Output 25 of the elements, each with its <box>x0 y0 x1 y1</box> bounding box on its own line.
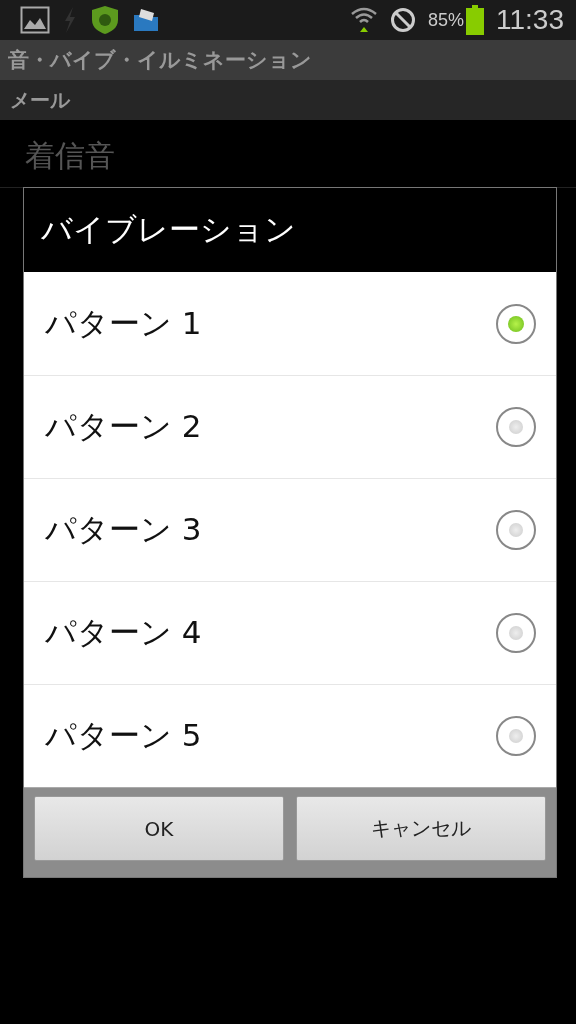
option-label[interactable]: パターン 5 <box>45 715 202 757</box>
battery-icon <box>466 5 484 35</box>
radio-button[interactable] <box>496 716 536 756</box>
radio-button[interactable] <box>496 510 536 550</box>
setting-title: 着信音 <box>25 137 116 175</box>
blocked-icon <box>389 7 416 33</box>
option-label[interactable]: パターン 2 <box>45 406 202 448</box>
ok-button[interactable]: OK <box>34 796 284 861</box>
wifi-icon <box>349 5 378 35</box>
section-header: メール <box>0 80 576 120</box>
app-bar-title: 音・バイブ・イルミネーション <box>0 40 576 80</box>
option-label[interactable]: パターン 3 <box>45 509 202 551</box>
radio-button[interactable] <box>496 303 536 344</box>
radio-button[interactable] <box>496 613 536 653</box>
lightning-icon <box>62 6 78 34</box>
folder-icon <box>132 7 160 33</box>
dialog-title: バイブレーション <box>41 210 296 249</box>
option-label[interactable]: パターン 1 <box>45 302 202 345</box>
shield-icon <box>90 5 120 35</box>
option-label[interactable]: パターン 4 <box>45 612 202 654</box>
battery-percent: 85% <box>427 9 464 31</box>
clock-time: 11:33 <box>496 4 564 36</box>
radio-button[interactable] <box>496 407 536 447</box>
gallery-icon <box>20 6 50 34</box>
cancel-button[interactable]: キャンセル <box>296 796 546 861</box>
